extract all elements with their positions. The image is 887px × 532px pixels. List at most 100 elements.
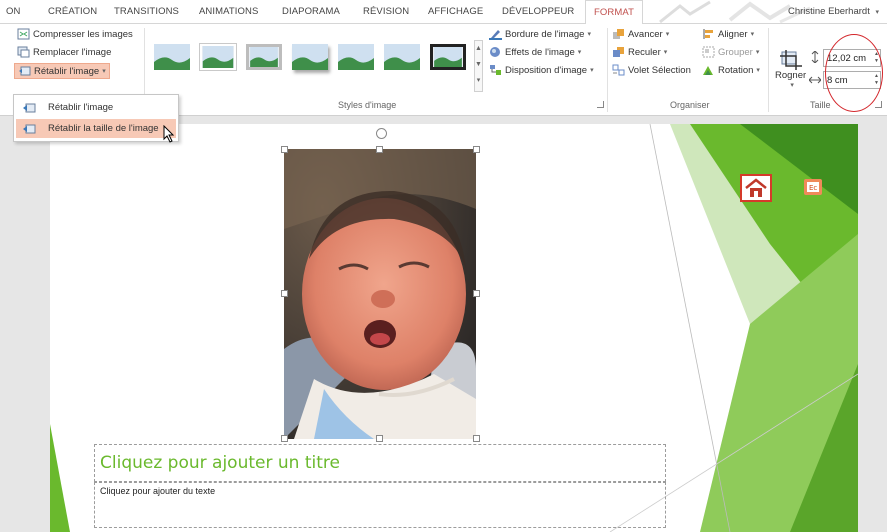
styles-group-label: Styles d'image (338, 100, 397, 110)
slide-canvas: Ec Cliquez pour ajouter un titre Cliquez… (0, 117, 887, 532)
resize-handle-n[interactable] (376, 146, 383, 153)
scroll-down-icon[interactable]: ▼ (475, 57, 482, 73)
resize-handle-sw[interactable] (281, 435, 288, 442)
picture-effects-label: Effets de l'image (505, 46, 575, 58)
bring-forward-icon (613, 29, 624, 39)
picture-style-7[interactable] (430, 44, 466, 70)
picture-style-2[interactable] (200, 44, 236, 70)
baby-photo[interactable] (284, 149, 476, 439)
reset-image-icon (23, 103, 36, 112)
align-label: Aligner (718, 28, 748, 40)
selection-pane-label: Volet Sélection (628, 64, 691, 76)
rotate-label: Rotation (718, 64, 754, 76)
picture-style-6[interactable] (384, 44, 420, 70)
rotate-button[interactable]: Rotation ▾ (702, 64, 760, 76)
crop-button[interactable]: Rogner ▾ (775, 50, 806, 89)
group-icon (702, 46, 715, 58)
picture-effects-button[interactable]: Effets de l'image ▾ (489, 46, 581, 58)
tab-on[interactable]: ON (6, 6, 20, 17)
menu-item-reset-image-size[interactable]: Rétablir la taille de l'image (16, 119, 176, 138)
reset-image-button[interactable]: Rétablir l'image ▾ (14, 63, 110, 79)
border-pen-icon (489, 30, 502, 40)
align-button[interactable]: Aligner ▾ (702, 28, 754, 40)
reset-size-icon (23, 124, 36, 133)
send-backward-button[interactable]: Reculer ▾ (612, 46, 667, 58)
reset-image-label: Rétablir l'image (34, 65, 100, 77)
resize-handle-s[interactable] (376, 435, 383, 442)
picture-style-5[interactable] (338, 44, 374, 70)
picture-layout-button[interactable]: Disposition d'image ▾ (489, 64, 594, 76)
picture-border-button[interactable]: Bordure de l'image ▾ (489, 28, 591, 40)
reset-image-icon (19, 66, 31, 76)
tab-affichage[interactable]: AFFICHAGE (428, 6, 483, 17)
bring-forward-button[interactable]: Avancer ▾ (612, 28, 669, 40)
layout-icon (490, 65, 501, 75)
picture-style-1[interactable] (154, 44, 190, 70)
tab-diaporama[interactable]: DIAPORAMA (282, 6, 340, 17)
replace-image-button[interactable]: Remplacer l'image (17, 46, 111, 58)
selection-pane-button[interactable]: Volet Sélection (612, 64, 691, 76)
picture-border-label: Bordure de l'image (505, 28, 585, 40)
dialog-launcher-icon[interactable] (597, 101, 604, 108)
rotate-icon (703, 66, 713, 75)
home-icon[interactable] (740, 174, 772, 202)
gallery-scrollbar[interactable]: ▲ ▼ ▾ (474, 40, 483, 92)
replace-image-icon (17, 46, 30, 58)
menu-item-label: Rétablir la taille de l'image (48, 123, 159, 134)
menu-item-reset-image[interactable]: Rétablir l'image (16, 98, 176, 117)
title-placeholder-text: Cliquez pour ajouter un titre (100, 453, 340, 473)
width-icon (809, 76, 821, 84)
resize-handle-se[interactable] (473, 435, 480, 442)
compress-icon (17, 28, 30, 40)
group-separator (607, 28, 608, 112)
selection-pane-icon (612, 64, 625, 76)
body-placeholder[interactable]: Cliquez pour ajouter du texte (94, 482, 666, 528)
slide[interactable]: Ec Cliquez pour ajouter un titre Cliquez… (50, 124, 858, 532)
tab-transitions[interactable]: TRANSITIONS (114, 6, 179, 17)
picture-style-4[interactable] (292, 44, 328, 70)
chevron-down-icon: ▾ (790, 82, 794, 89)
tab-revision[interactable]: RÉVISION (363, 6, 409, 17)
rotation-handle[interactable] (376, 128, 387, 139)
resize-handle-nw[interactable] (281, 146, 288, 153)
scroll-up-icon[interactable]: ▲ (475, 41, 482, 57)
user-name[interactable]: Christine Eberhardt ▾ (788, 6, 879, 17)
size-dialog-launcher-icon[interactable] (875, 101, 882, 108)
align-icon (703, 29, 713, 39)
annotation-circle (825, 34, 883, 112)
picture-style-3[interactable] (246, 44, 282, 70)
title-placeholder[interactable]: Cliquez pour ajouter un titre (94, 444, 666, 482)
menu-item-label: Rétablir l'image (48, 102, 114, 113)
resize-handle-ne[interactable] (473, 146, 480, 153)
resize-handle-e[interactable] (473, 290, 480, 297)
tab-format[interactable]: FORMAT (585, 0, 644, 25)
group-button[interactable]: Grouper ▾ (702, 46, 759, 58)
resize-handle-w[interactable] (281, 290, 288, 297)
send-backward-icon (613, 47, 624, 57)
tab-creation[interactable]: CRÉATION (48, 6, 97, 17)
send-backward-label: Reculer (628, 46, 661, 58)
compress-images-button[interactable]: Compresser les images (17, 28, 133, 40)
reset-image-menu: Rétablir l'image Rétablir la taille de l… (13, 94, 179, 142)
group-separator (768, 28, 769, 112)
ribbon-tab-bar: ON CRÉATION TRANSITIONS ANIMATIONS DIAPO… (0, 0, 887, 25)
gallery-more-icon[interactable]: ▾ (475, 73, 482, 89)
replace-image-label: Remplacer l'image (33, 46, 112, 58)
tab-developpeur[interactable]: DÉVELOPPEUR (502, 6, 574, 17)
presentation-icon[interactable]: Ec (802, 176, 824, 198)
group-label: Grouper (718, 46, 753, 58)
compress-images-label: Compresser les images (33, 28, 133, 40)
chevron-down-icon: ▾ (102, 68, 106, 75)
body-placeholder-text: Cliquez pour ajouter du texte (100, 486, 216, 496)
tab-animations[interactable]: ANIMATIONS (199, 6, 258, 17)
size-group-label: Taille (810, 100, 831, 110)
svg-text:Ec: Ec (809, 184, 817, 192)
crop-label: Rogner (775, 70, 807, 81)
arrange-group-label: Organiser (670, 100, 710, 110)
height-icon (811, 51, 819, 63)
crop-icon (779, 50, 802, 70)
bring-forward-label: Avancer (628, 28, 663, 40)
effects-icon (490, 47, 500, 57)
picture-layout-label: Disposition d'image (505, 64, 588, 76)
mouse-cursor-icon (163, 125, 175, 143)
